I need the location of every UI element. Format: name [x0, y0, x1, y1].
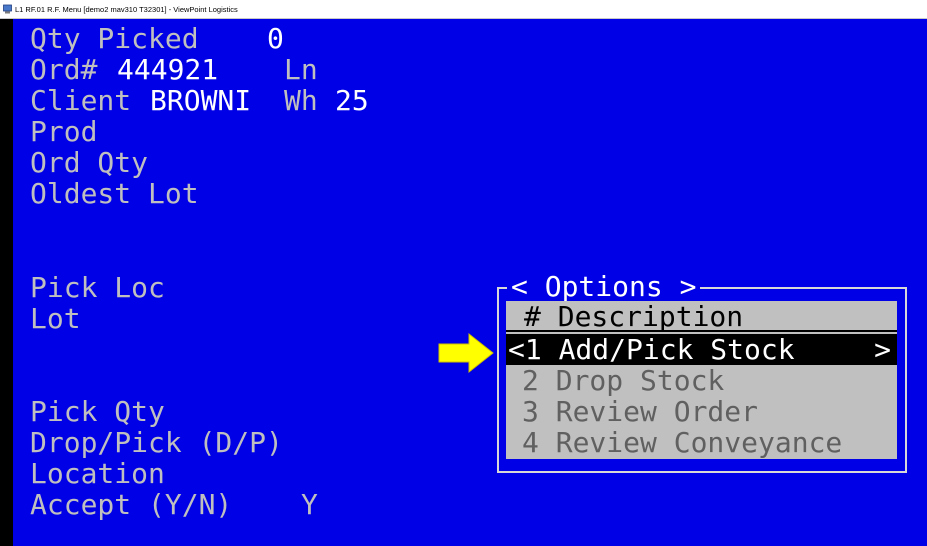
app-icon: [3, 4, 12, 14]
wh-label: Wh: [284, 84, 318, 117]
option-item-add-pick-stock[interactable]: <1 Add/Pick Stock >: [506, 334, 897, 365]
ord-value: 444921: [117, 53, 219, 86]
options-header-text: # Description: [524, 300, 744, 333]
pick-qty-label: Pick Qty: [30, 395, 165, 428]
lot-label: Lot: [30, 302, 81, 335]
option-item-review-order[interactable]: 3 Review Order: [506, 396, 897, 427]
accept-label: Accept (Y/N): [30, 488, 233, 521]
option-selected-suffix: >: [874, 333, 891, 366]
qty-picked-value: 0: [267, 22, 284, 55]
window-titlebar[interactable]: L1 RF.01 R.F. Menu [demo2 mav310 T32301]…: [0, 0, 927, 19]
location-label: Location: [30, 457, 165, 490]
window-title: L1 RF.01 R.F. Menu [demo2 mav310 T32301]…: [15, 5, 238, 14]
arrow-right-icon: [438, 332, 494, 374]
wh-value: 25: [335, 84, 369, 117]
prod-label: Prod: [30, 115, 98, 148]
qty-picked-label: Qty Picked: [30, 22, 199, 55]
option-item-label: 4 Review Conveyance: [522, 426, 843, 459]
ln-label: Ln: [284, 53, 318, 86]
option-item-review-conveyance[interactable]: 4 Review Conveyance: [506, 427, 897, 458]
option-item-label: 3 Review Order: [522, 395, 759, 428]
drop-pick-label: Drop/Pick (D/P): [30, 426, 283, 459]
terminal-screen[interactable]: Qty Picked 0 Ord# 444921 Ln Client BROWN…: [13, 19, 927, 546]
left-border: [0, 19, 13, 546]
client-label: Client: [30, 84, 132, 117]
pick-loc-label: Pick Loc: [30, 271, 165, 304]
options-title: < Options >: [507, 271, 701, 302]
options-menu[interactable]: # Description <1 Add/Pick Stock > 2 Drop…: [506, 301, 897, 459]
option-item-label: 2 Drop Stock: [522, 364, 725, 397]
accept-value[interactable]: Y: [301, 489, 318, 520]
option-item-drop-stock[interactable]: 2 Drop Stock: [506, 365, 897, 396]
options-header-row: # Description: [506, 301, 897, 332]
ord-label: Ord#: [30, 53, 98, 86]
ord-qty-label: Ord Qty: [30, 146, 149, 179]
oldest-lot-label: Oldest Lot: [30, 177, 199, 210]
client-value: BROWNI: [150, 84, 252, 117]
option-item-label: <1 Add/Pick Stock: [508, 333, 795, 366]
